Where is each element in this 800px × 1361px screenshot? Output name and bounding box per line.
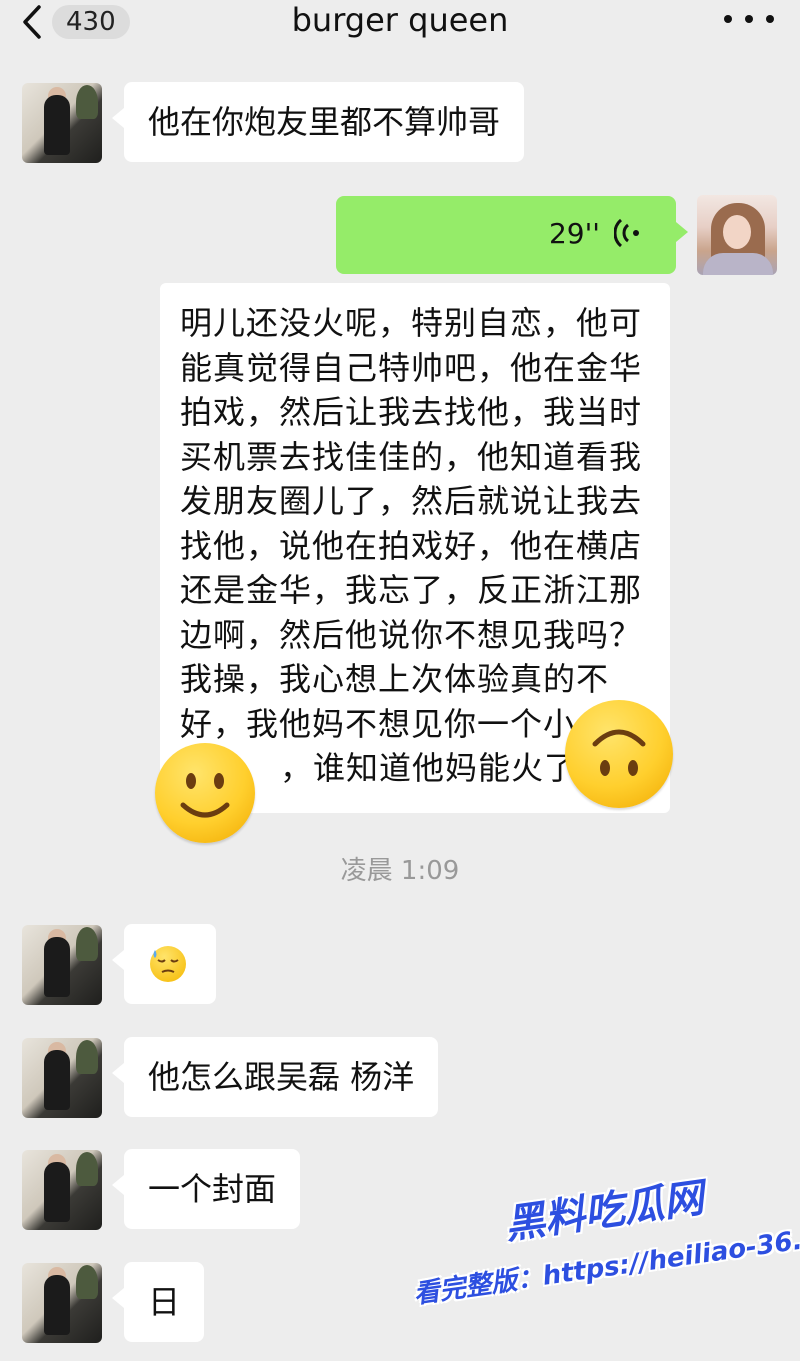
contact-avatar[interactable] [22, 1263, 102, 1343]
avatar-plant [76, 1265, 98, 1299]
more-dot [745, 15, 753, 23]
avatar-plant [76, 1152, 98, 1186]
message-text: 他怎么跟吴磊 杨洋 [148, 1058, 415, 1096]
avatar-plant [76, 927, 98, 961]
message-bubble[interactable]: 一个封面 [111, 1149, 301, 1229]
avatar-figure [44, 95, 70, 155]
chat-header: 430 burger queen [0, 0, 800, 46]
site-watermark: 黑料吃瓜网 看完整版：https://heiliao-36.com [400, 1139, 800, 1343]
avatar-figure [44, 1162, 70, 1222]
voice-wave-icon [614, 218, 639, 248]
message-text: 一个封面 [148, 1170, 277, 1208]
transcript-line: 拍戏，然后让我去找他，我当时 [180, 393, 643, 431]
transcript-line: 边啊，然后他说你不想见我吗？ [180, 615, 643, 654]
chat-title: burger queen [291, 1, 509, 39]
emoji-message-bubble[interactable] [112, 924, 216, 1004]
message-timestamp: 凌晨 1:09 [340, 856, 460, 886]
upside-down-face-emoji [565, 700, 673, 808]
smiling-face-emoji [155, 743, 255, 843]
sweat-face-emoji [150, 946, 186, 982]
more-dot [766, 15, 774, 23]
message-text: 他在你炮友里都不算帅哥 [148, 103, 501, 141]
contact-avatar[interactable] [22, 925, 102, 1005]
more-dots-icon [724, 15, 732, 23]
avatar-plant [76, 1040, 98, 1074]
contact-avatar[interactable] [22, 83, 102, 163]
transcript-line: 能真觉得自己特帅吧，他在金华 [180, 348, 643, 387]
avatar-figure [44, 1275, 70, 1335]
message-bubble[interactable]: 他怎么跟吴磊 杨洋 [111, 1037, 439, 1117]
self-avatar[interactable] [697, 195, 777, 275]
avatar-body [703, 253, 773, 275]
transcript-line: 发朋友圈儿了，然后就说让我去 [180, 482, 643, 520]
transcript-line: 明儿还没火呢，特别自恋，他可 [180, 304, 643, 342]
avatar-plant [76, 85, 98, 119]
transcript-line: 还是金华，我忘了，反正浙江那 [180, 571, 643, 609]
contact-avatar[interactable] [22, 1150, 102, 1230]
message-bubble[interactable]: 日 [111, 1262, 205, 1342]
message-text: 日 [148, 1283, 181, 1321]
transcript-line: 找他，说他在拍戏好，他在横店 [180, 526, 643, 565]
voice-duration: 29'' [548, 217, 600, 250]
avatar-figure [44, 1050, 70, 1110]
transcript-line: 我操，我心想上次体验真的不 [180, 660, 610, 698]
avatar-figure [44, 937, 70, 997]
avatar-face [723, 215, 751, 249]
message-bubble[interactable]: 他在你炮友里都不算帅哥 [111, 82, 525, 162]
transcript-line: 买机票去找佳佳的，他知道看我 [180, 437, 643, 476]
contact-avatar[interactable] [22, 1038, 102, 1118]
voice-message-bubble[interactable]: 29'' [336, 196, 688, 274]
more-options-button[interactable] [724, 4, 774, 34]
